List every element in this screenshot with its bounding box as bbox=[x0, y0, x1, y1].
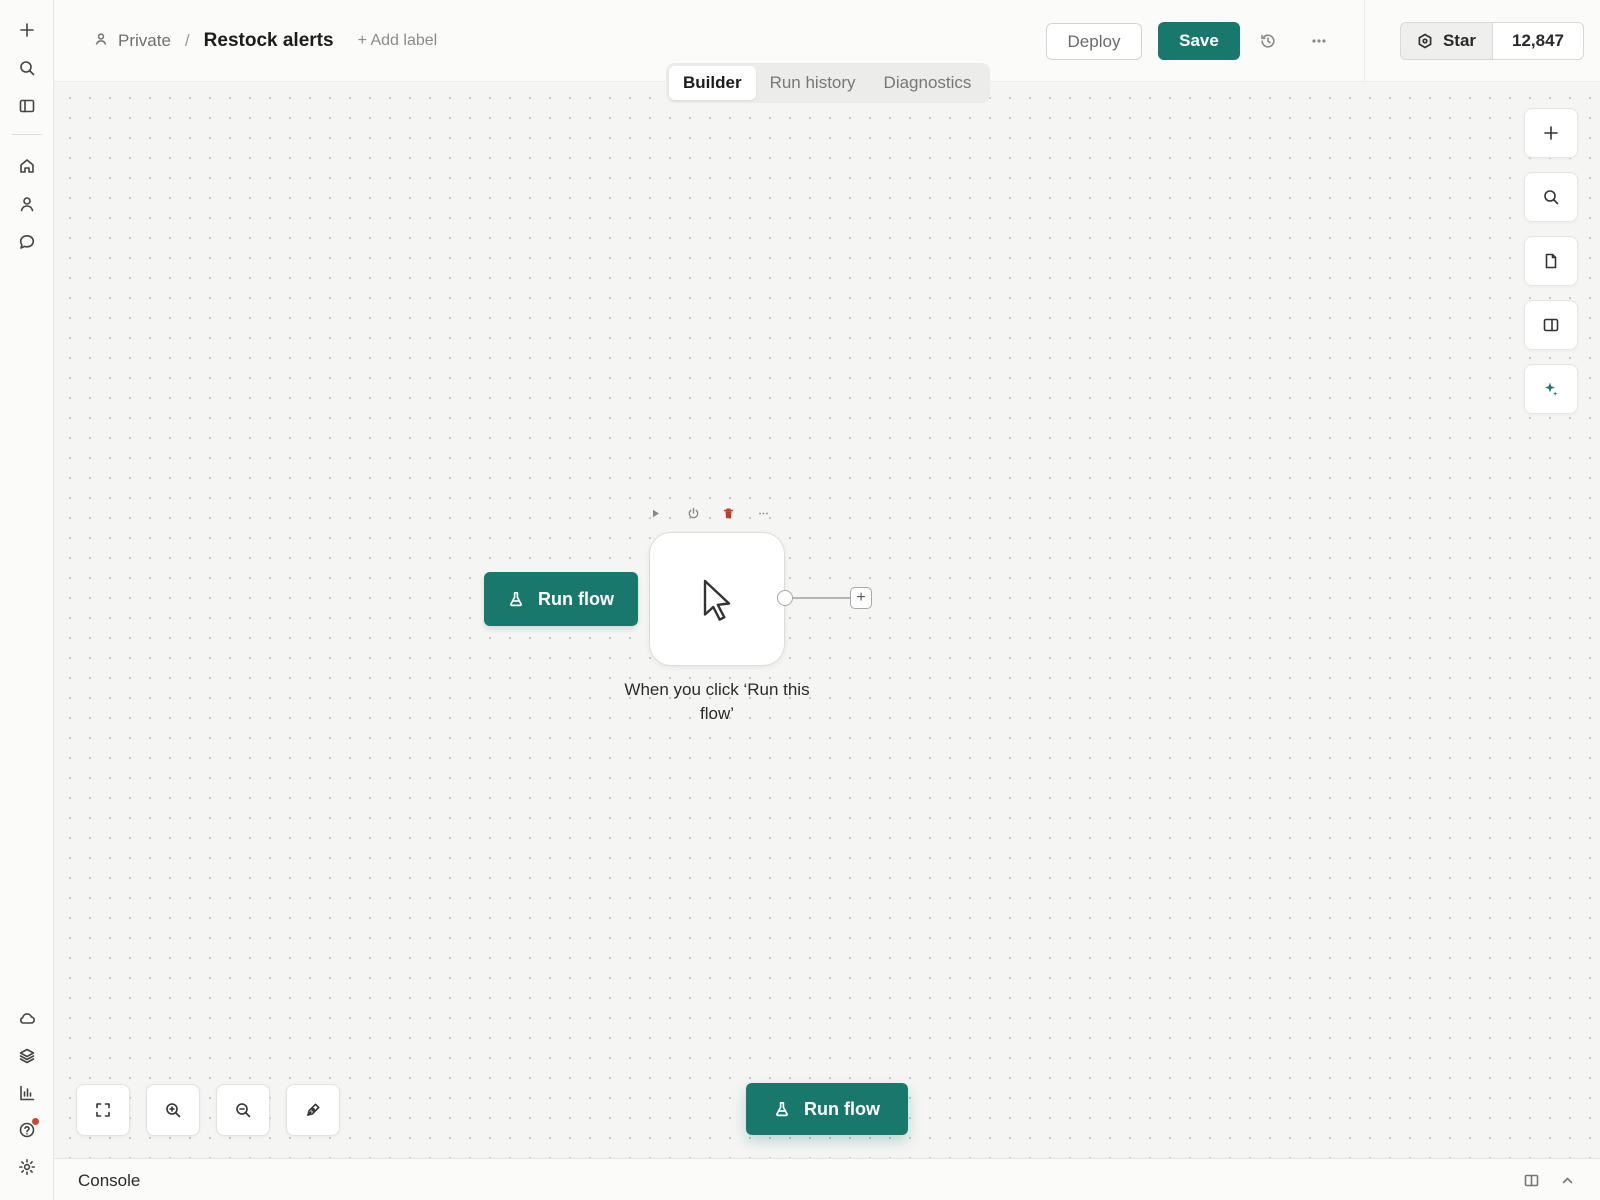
nav-chat[interactable] bbox=[13, 228, 41, 256]
run-flow-button[interactable]: Run flow bbox=[746, 1083, 908, 1135]
run-flow-node-label: Run flow bbox=[538, 588, 614, 609]
user-scope-icon bbox=[94, 31, 108, 51]
console-split-button[interactable] bbox=[1522, 1171, 1540, 1189]
add-label-button[interactable]: + Add label bbox=[358, 32, 438, 50]
tab-diagnostics[interactable]: Diagnostics bbox=[870, 66, 986, 100]
chevron-up-icon bbox=[1562, 1177, 1572, 1183]
trigger-node-caption: When you click ‘Run this flow’ bbox=[624, 680, 810, 723]
fit-view-icon bbox=[96, 1103, 110, 1117]
document-icon bbox=[1545, 253, 1557, 269]
breadcrumb-scope[interactable]: Private bbox=[118, 31, 171, 51]
split-panel-icon bbox=[1543, 318, 1559, 332]
search-button[interactable] bbox=[13, 54, 41, 82]
node-toolbar bbox=[644, 502, 784, 524]
flask-icon bbox=[510, 591, 522, 607]
sparkle-icon bbox=[1545, 382, 1558, 396]
annotate-button[interactable] bbox=[286, 1084, 340, 1136]
more-options-button[interactable] bbox=[1306, 28, 1332, 54]
trigger-node[interactable] bbox=[649, 532, 785, 666]
nav-settings[interactable] bbox=[13, 1153, 41, 1181]
hexagon-icon bbox=[1418, 33, 1432, 49]
nav-home[interactable] bbox=[13, 152, 41, 180]
history-button[interactable] bbox=[1255, 28, 1281, 54]
deploy-button[interactable]: Deploy bbox=[1046, 23, 1142, 60]
node-run-button[interactable] bbox=[644, 502, 666, 524]
header-divider bbox=[1364, 0, 1365, 82]
zoom-out-icon bbox=[236, 1103, 251, 1118]
breadcrumb: Private / Restock alerts + Add label bbox=[94, 30, 437, 52]
nav-users[interactable] bbox=[13, 190, 41, 218]
breadcrumb-separator: / bbox=[184, 31, 190, 50]
play-icon bbox=[652, 509, 659, 517]
node-connector-line bbox=[793, 597, 853, 599]
view-tabs: Builder Run history Diagnostics bbox=[666, 63, 990, 103]
rail-divider bbox=[12, 134, 42, 135]
flow-canvas[interactable]: Run flow When you click ‘Run this flow’ … bbox=[54, 82, 1600, 1158]
console-expand-button[interactable] bbox=[1558, 1171, 1576, 1189]
nav-analytics[interactable] bbox=[13, 1079, 41, 1107]
plus-icon bbox=[20, 23, 34, 37]
notification-dot bbox=[32, 1118, 39, 1125]
left-rail bbox=[0, 0, 54, 1200]
nav-cloud[interactable] bbox=[13, 1004, 41, 1032]
split-panel-button[interactable] bbox=[1524, 300, 1578, 350]
tab-run-history[interactable]: Run history bbox=[756, 66, 870, 100]
home-icon bbox=[20, 159, 34, 173]
notes-button[interactable] bbox=[1524, 236, 1578, 286]
add-node-button[interactable] bbox=[1524, 108, 1578, 158]
cloud-icon bbox=[19, 1013, 35, 1024]
new-item-button[interactable] bbox=[13, 16, 41, 44]
plus-icon bbox=[1544, 126, 1558, 140]
ai-assist-button[interactable] bbox=[1524, 364, 1578, 414]
power-icon bbox=[688, 507, 698, 518]
cursor-icon bbox=[703, 579, 731, 621]
node-more-button[interactable] bbox=[752, 502, 774, 524]
user-icon bbox=[20, 197, 34, 212]
fit-view-button[interactable] bbox=[76, 1084, 130, 1136]
canvas-search-button[interactable] bbox=[1524, 172, 1578, 222]
nav-layers[interactable] bbox=[13, 1042, 41, 1070]
split-panel-icon bbox=[1524, 1174, 1538, 1186]
panel-icon bbox=[19, 99, 35, 113]
search-icon bbox=[1544, 190, 1559, 205]
bar-chart-icon bbox=[20, 1085, 35, 1101]
layers-icon bbox=[19, 1048, 35, 1064]
node-toggle-button[interactable] bbox=[682, 502, 704, 524]
star-group: Star 12,847 bbox=[1400, 22, 1584, 60]
toggle-panel-button[interactable] bbox=[13, 92, 41, 120]
search-icon bbox=[20, 61, 35, 76]
settings-icon bbox=[19, 1159, 35, 1175]
save-button[interactable]: Save bbox=[1158, 22, 1240, 60]
node-delete-button[interactable] bbox=[717, 502, 739, 524]
chat-icon bbox=[19, 235, 35, 249]
plus-icon: + bbox=[856, 589, 866, 606]
console-bar[interactable]: Console bbox=[54, 1158, 1600, 1200]
tab-builder[interactable]: Builder bbox=[669, 66, 756, 100]
history-icon bbox=[1261, 34, 1275, 48]
page-title[interactable]: Restock alerts bbox=[204, 30, 334, 52]
console-label: Console bbox=[78, 1171, 141, 1190]
zoom-in-button[interactable] bbox=[146, 1084, 200, 1136]
run-flow-node-button[interactable]: Run flow bbox=[484, 572, 638, 626]
add-next-step-button[interactable]: + bbox=[850, 587, 872, 609]
flask-icon bbox=[776, 1101, 788, 1117]
node-output-handle[interactable] bbox=[777, 590, 793, 606]
more-icon bbox=[758, 512, 768, 514]
star-label: Star bbox=[1442, 31, 1477, 50]
run-flow-button-label: Run flow bbox=[804, 1098, 880, 1119]
zoom-in-icon bbox=[166, 1103, 181, 1118]
pen-icon bbox=[307, 1103, 320, 1116]
nav-help[interactable] bbox=[13, 1116, 41, 1144]
trash-icon bbox=[723, 508, 733, 518]
more-horizontal-icon bbox=[1312, 39, 1326, 43]
star-count: 12,847 bbox=[1512, 31, 1564, 50]
star-button[interactable]: Star bbox=[1401, 23, 1493, 59]
zoom-out-button[interactable] bbox=[216, 1084, 270, 1136]
